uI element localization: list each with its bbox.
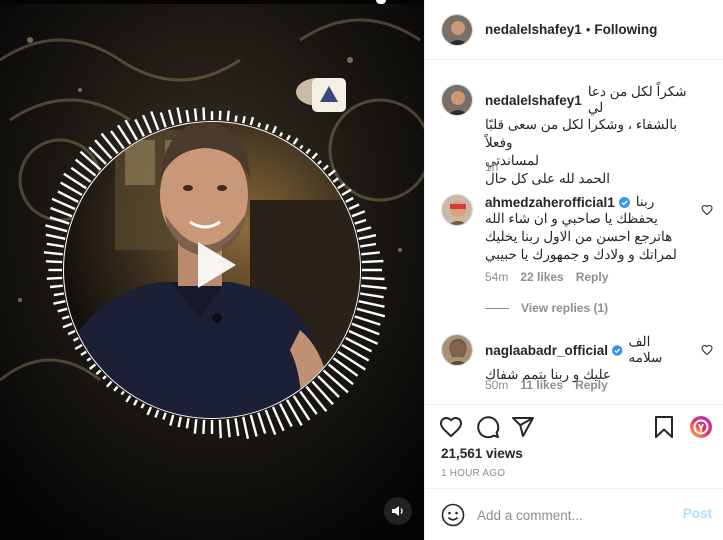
media-top-edge [0,0,424,4]
verified-badge-icon [618,196,630,208]
media-indicator-dot [376,0,386,4]
caption-text-line: الحمد لله على كل حال [485,171,610,186]
spectrum-bar [202,419,206,435]
reply-button[interactable]: Reply [576,270,609,284]
comment-username[interactable]: naglaabadr_official [485,343,608,358]
avatar[interactable] [441,84,473,116]
view-replies-label: View replies (1) [521,301,609,315]
post-comment-button[interactable]: Post [683,506,712,521]
play-icon[interactable] [184,236,242,294]
caption-text-line: شكراً لكل من دعا لي [587,84,687,115]
brand-badge-icon[interactable] [689,415,713,439]
comment-body: ahmedzaherofficial1 ربنا يحفظك يا صاحبي … [485,194,685,264]
avatar[interactable] [441,194,473,226]
brand-badge-icon [312,78,346,112]
avatar[interactable] [441,13,473,46]
view-count[interactable]: 21,561 views [441,446,523,461]
spectrum-bar [46,276,63,280]
spectrum-bar [202,107,206,121]
comment-text-line: ربنا [635,194,655,209]
paper-plane-icon[interactable] [511,415,535,439]
verified-badge-icon [612,344,623,356]
comment-first-line: ahmedzaherofficial1 ربنا [485,194,685,210]
comment-timestamp[interactable]: 54m [485,270,508,284]
speaker-icon [392,506,403,516]
spectrum-bar [193,419,198,434]
spectrum-bar [218,419,222,439]
caption-first-line: nedalelshafey1 شكراً لكل من دعا لي [485,84,695,116]
spectrum-bar [193,108,198,121]
caption-text-line: لمساندتي [485,153,539,168]
spectrum-bar [226,110,230,121]
comment-meta: 50m 11 likes Reply [485,378,608,392]
spectrum-bar [49,284,63,289]
comment-likes[interactable]: 11 likes [520,378,563,392]
post-timestamp[interactable]: 1 HOUR AGO [441,468,505,479]
post-author-username[interactable]: nedalelshafey1 [485,22,582,37]
volume-button[interactable] [384,497,412,525]
comment-like-heart-icon[interactable] [701,204,713,216]
view-replies-line [485,307,509,309]
comment-like-heart-icon[interactable] [701,344,713,356]
add-comment-bar: Post [425,488,723,540]
view-replies-button[interactable]: View replies (1) [485,301,608,315]
comment-timestamp[interactable]: 50m [485,378,508,392]
post-action-bar [425,404,723,448]
spectrum-bar [361,259,384,264]
following-button[interactable]: Following [594,22,657,37]
comment-text-line: لمراتك و ولادك و جمهورك يا حبيبي [485,247,677,262]
spectrum-bar [45,260,63,264]
spectrum-bar [234,115,238,122]
heart-icon[interactable] [439,415,463,439]
post-details-panel: nedalelshafey1 • Following nedalelshafey… [424,0,723,540]
comment-meta: 54m 22 likes Reply [485,270,608,284]
spectrum-bar [53,292,64,297]
bookmark-icon[interactable] [652,415,676,439]
comment-text-line: الف سلامه [628,334,663,365]
comment-item: ahmedzaherofficial1 ربنا يحفظك يا صاحبي … [441,194,713,289]
caption-username[interactable]: nedalelshafey1 [485,93,582,108]
comment-body: naglaabadr_official الف سلامه عليك و ربن… [485,334,685,384]
comment-input[interactable] [477,503,667,527]
caption-meta: 1h [485,160,498,174]
comment-likes[interactable]: 22 likes [520,270,563,284]
spectrum-bar [185,418,190,429]
comment-text-line: هاترجع احسن من الاول ربنا يخليك [485,229,673,244]
post-caption: nedalelshafey1 شكراً لكل من دعا لي بالشف… [441,84,713,186]
smiley-icon[interactable] [441,503,465,527]
spectrum-bar [257,122,262,128]
spectrum-bar [242,115,246,124]
caption-body: nedalelshafey1 شكراً لكل من دعا لي بالشف… [485,84,695,188]
spectrum-bar [361,276,385,281]
caption-text-line: بالشفاء ، وشكرا لكل من سعى قلبًا وفعلاً [485,117,678,150]
comment-icon[interactable] [476,415,500,439]
spectrum-bar [279,132,284,137]
separator-dot: • [585,22,591,37]
comment-username[interactable]: ahmedzaherofficial1 [485,195,615,210]
reply-button[interactable]: Reply [575,378,608,392]
post-header: nedalelshafey1 • Following [425,0,723,60]
comment-text-line: يحفظك يا صاحبي و ان شاء الله [485,211,658,226]
comment-first-line: naglaabadr_official الف سلامه [485,334,685,366]
caption-timestamp[interactable]: 1h [485,160,498,174]
avatar[interactable] [441,334,473,366]
post-video[interactable] [0,0,424,540]
comment-item: naglaabadr_official الف سلامه عليك و ربن… [441,334,713,394]
